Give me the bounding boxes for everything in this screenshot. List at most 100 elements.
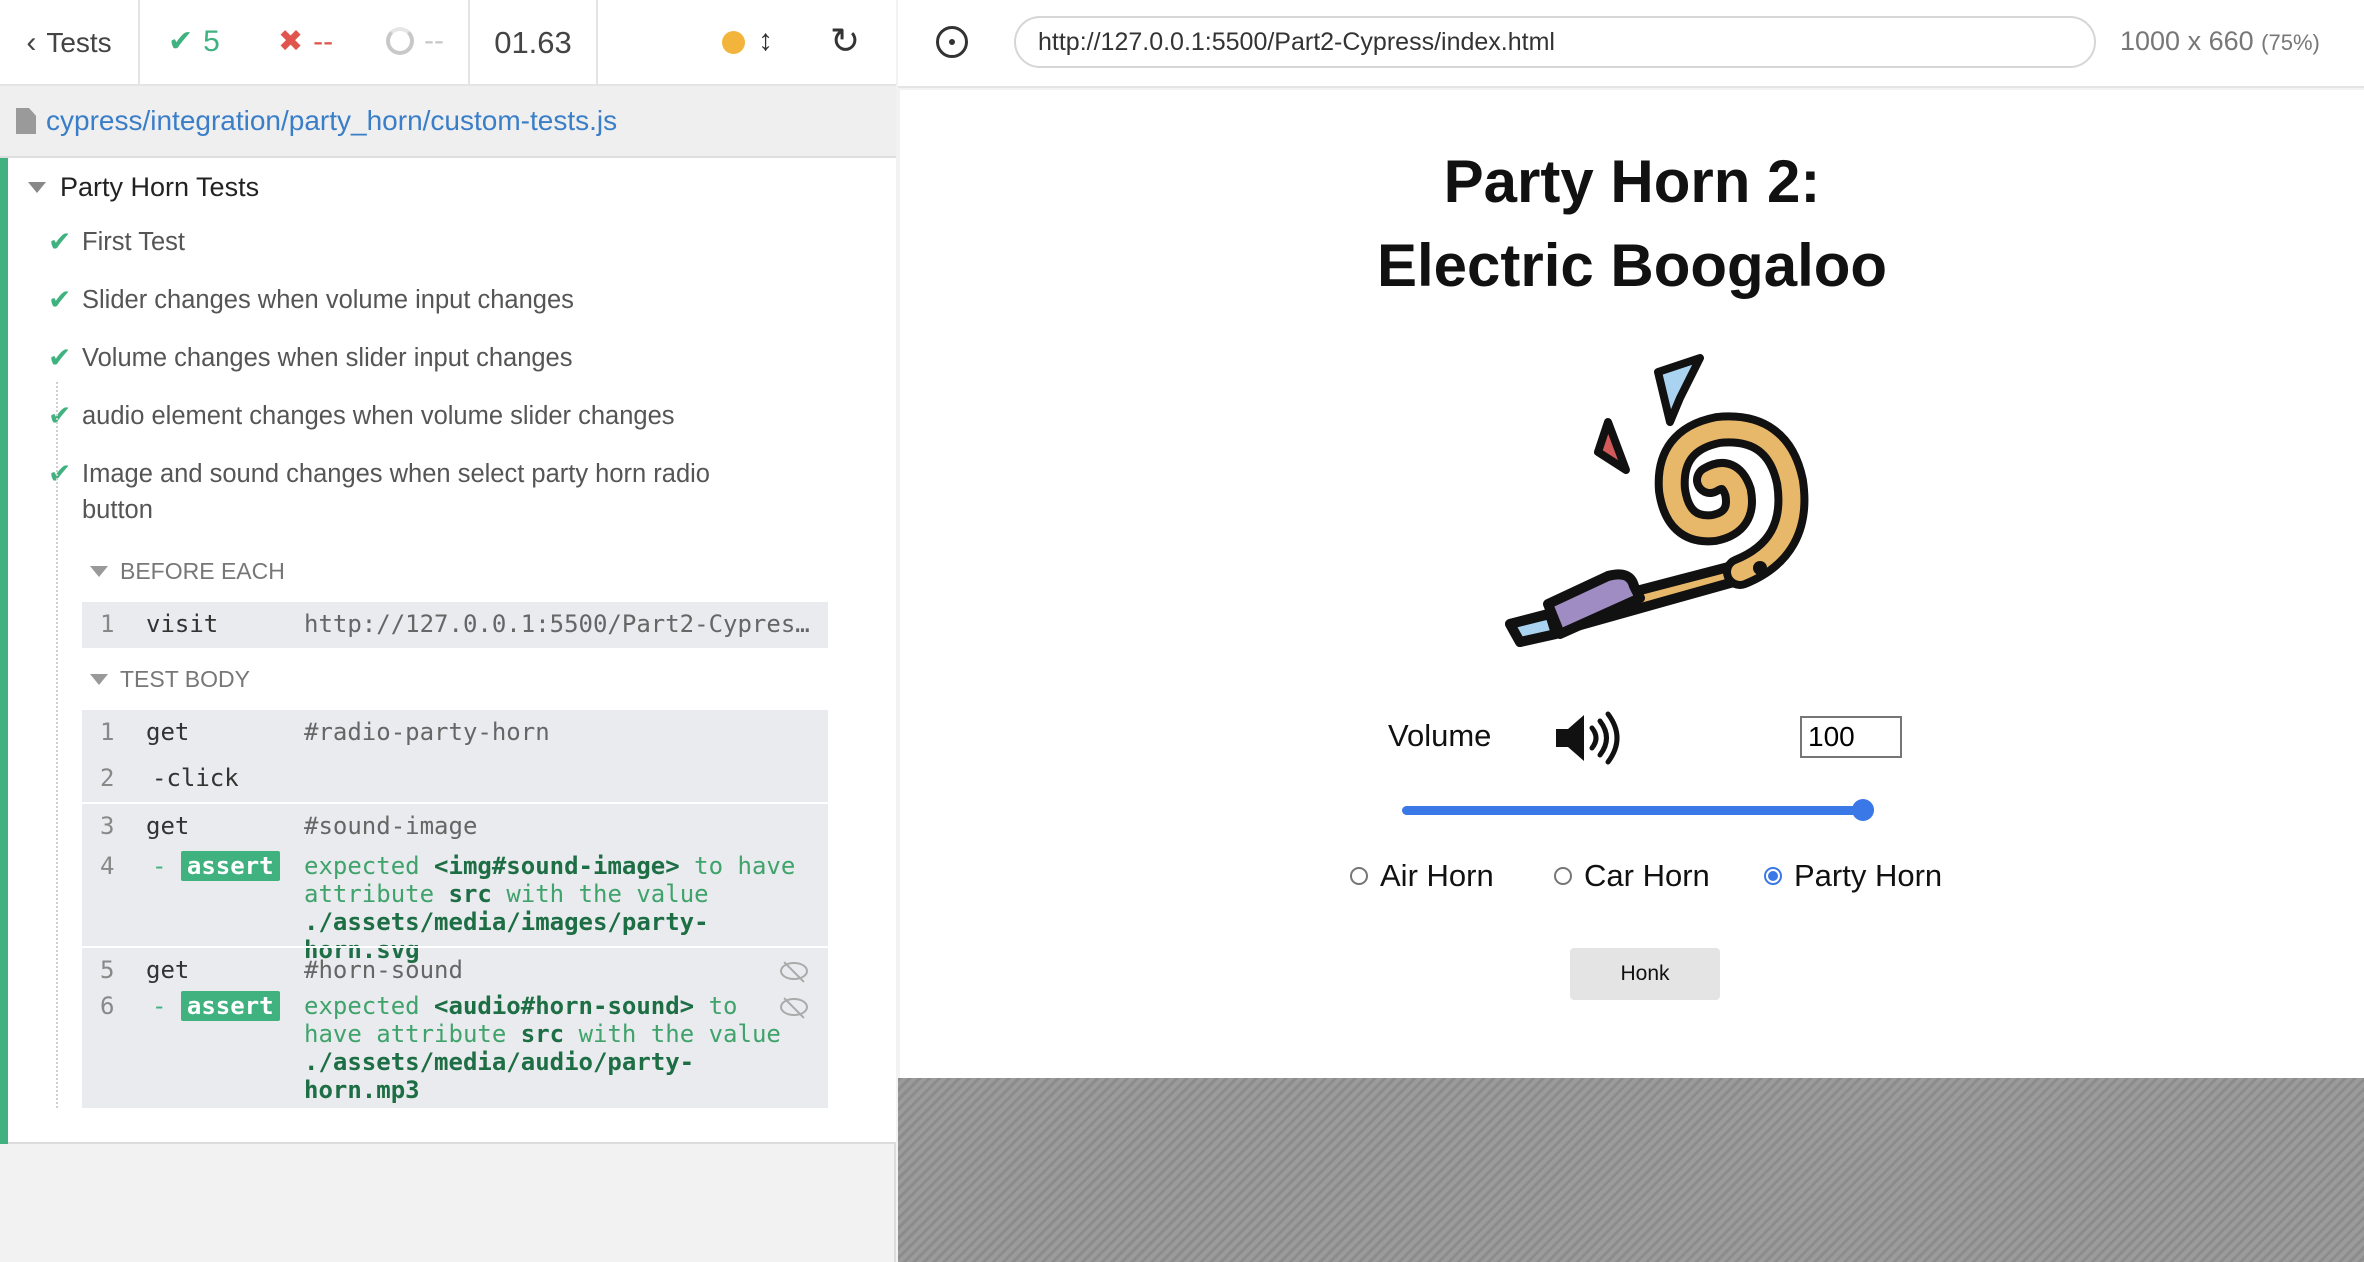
url-text: http://127.0.0.1:5500/Part2-Cypress/inde… xyxy=(1038,27,1555,56)
command-name: get xyxy=(146,812,190,840)
caret-down-icon xyxy=(90,674,108,685)
spec-path-link[interactable]: cypress/integration/party_horn/custom-te… xyxy=(46,105,617,137)
command-prefix: - xyxy=(152,992,167,1020)
honk-button[interactable]: Honk xyxy=(1570,948,1720,1000)
pending-count: -- xyxy=(424,24,444,57)
spec-file-bar: cypress/integration/party_horn/custom-te… xyxy=(0,86,896,158)
command-row[interactable]: 3 get #sound-image xyxy=(82,812,828,842)
aut-iframe: Party Horn 2: Electric Boogaloo Volume 1… xyxy=(900,90,2364,1078)
check-icon: ✔ xyxy=(48,284,72,315)
command-number: 6 xyxy=(100,992,115,1020)
radio-party-horn[interactable]: Party Horn xyxy=(1764,858,1942,894)
eye-slash-icon xyxy=(780,998,808,1016)
file-icon xyxy=(16,108,36,134)
updown-arrow-icon[interactable]: ↕ xyxy=(758,24,773,58)
chevron-left-icon: ‹ xyxy=(26,26,37,59)
check-icon: ✔ xyxy=(48,342,72,373)
command-name: visit xyxy=(146,610,219,638)
url-bar[interactable]: http://127.0.0.1:5500/Part2-Cypress/inde… xyxy=(1014,16,2096,68)
cypress-runner: ‹ Tests ✔ 5 ✖ -- -- 01.63 ↕ ↻ cypress/in… xyxy=(0,0,2364,1262)
volume-number-input[interactable] xyxy=(1800,716,1902,758)
assert-attr: src xyxy=(448,880,492,908)
assert-message: expected <audio#horn-sound> to have attr… xyxy=(304,992,804,1104)
command-row[interactable]: 2 -click xyxy=(82,764,828,794)
test-item[interactable]: ✔ Volume changes when slider input chang… xyxy=(48,340,768,376)
divider xyxy=(82,802,828,804)
volume-slider-thumb[interactable] xyxy=(1852,799,1874,821)
reporter-panel: ‹ Tests ✔ 5 ✖ -- -- 01.63 ↕ ↻ cypress/in… xyxy=(0,0,896,1262)
command-message: #sound-image xyxy=(304,812,478,840)
assert-command: - assert xyxy=(152,851,280,881)
crosshair-icon[interactable] xyxy=(936,26,968,58)
status-dot-icon xyxy=(722,31,745,54)
hook-title: TEST BODY xyxy=(120,666,250,692)
command-row[interactable]: 6 - assert expected <audio#horn-sound> t… xyxy=(82,991,828,1104)
reporter-header: ‹ Tests ✔ 5 ✖ -- -- 01.63 ↕ ↻ xyxy=(0,0,896,86)
duration: 01.63 xyxy=(470,0,598,86)
hook-test-body[interactable]: TEST BODY xyxy=(90,666,250,693)
pending-stat: -- xyxy=(386,24,444,58)
reload-icon[interactable]: ↻ xyxy=(830,20,860,62)
hook-title: BEFORE EACH xyxy=(120,558,285,584)
test-title: Slider changes when volume input changes xyxy=(82,286,574,314)
page-title-line2: Electric Boogaloo xyxy=(1376,232,1888,299)
assert-text: with the value xyxy=(506,880,709,908)
test-title: Volume changes when slider input changes xyxy=(82,344,573,372)
radio-label: Party Horn xyxy=(1794,858,1943,893)
command-message: #horn-sound xyxy=(304,956,463,984)
assert-subject: <audio#horn-sound> xyxy=(434,992,695,1020)
suite-title-label: Party Horn Tests xyxy=(60,172,260,202)
radio-button[interactable] xyxy=(1554,867,1572,885)
radio-label: Air Horn xyxy=(1380,858,1494,893)
command-number: 3 xyxy=(100,812,115,840)
command-row[interactable]: 4 - assert expected <img#sound-image> to… xyxy=(82,851,828,964)
viewport-info[interactable]: 1000 x 660 (75%) xyxy=(2120,26,2320,57)
command-row[interactable]: 1 visit http://127.0.0.1:5500/Part2-Cypr… xyxy=(82,610,828,640)
test-title: First Test xyxy=(82,228,185,256)
test-item[interactable]: ✔ Slider changes when volume input chang… xyxy=(48,282,768,318)
spinner-icon xyxy=(386,27,414,55)
command-name: -click xyxy=(152,764,239,792)
passed-count: 5 xyxy=(203,24,220,58)
divider xyxy=(82,946,828,948)
page-title-line1: Party Horn 2: xyxy=(1443,148,1821,215)
check-icon: ✔ xyxy=(168,25,194,58)
test-commands: BEFORE EACH 1 visit http://127.0.0.1:550… xyxy=(56,382,856,1108)
volume-slider[interactable] xyxy=(1402,806,1874,815)
tests-back-button[interactable]: ‹ Tests xyxy=(0,0,140,86)
failed-stat: ✖ -- xyxy=(278,24,333,59)
command-row[interactable]: 1 get #radio-party-horn xyxy=(82,718,828,748)
volume-label: Volume xyxy=(1388,718,1492,753)
tests-label: Tests xyxy=(46,27,112,58)
assert-text: expected xyxy=(304,852,420,880)
assert-value: ./assets/media/audio/party-horn.mp3 xyxy=(304,1048,695,1104)
command-name: get xyxy=(146,718,190,746)
assert-command: - assert xyxy=(152,991,280,1021)
party-horn-image xyxy=(1505,354,1809,647)
test-item[interactable]: ✔ First Test xyxy=(48,224,768,260)
radio-car-horn[interactable]: Car Horn xyxy=(1554,858,1710,894)
radio-button[interactable] xyxy=(1764,867,1782,885)
assert-text: expected xyxy=(304,992,420,1020)
eye-slash-icon xyxy=(780,962,808,980)
command-row[interactable]: 5 get #horn-sound xyxy=(82,956,828,986)
radio-air-horn[interactable]: Air Horn xyxy=(1350,858,1494,894)
aut-background xyxy=(898,1078,2364,1262)
test-body-commands: 1 get #radio-party-horn 2 -click 3 get #… xyxy=(82,710,828,1108)
assert-attr: src xyxy=(520,1020,565,1048)
radio-button[interactable] xyxy=(1350,867,1368,885)
caret-down-icon xyxy=(28,182,46,193)
command-number: 1 xyxy=(100,610,115,638)
stats: ✔ 5 ✖ -- -- xyxy=(140,0,470,86)
passed-stat: ✔ 5 xyxy=(168,24,220,59)
caret-down-icon xyxy=(90,566,108,577)
aut-header: http://127.0.0.1:5500/Part2-Cypress/inde… xyxy=(898,0,2364,88)
suite-status-bar xyxy=(0,158,8,1144)
failed-count: -- xyxy=(313,24,334,58)
suite-title[interactable]: Party Horn Tests xyxy=(28,172,259,203)
check-icon: ✔ xyxy=(48,226,72,257)
assert-text: with the value xyxy=(578,1020,781,1048)
hook-before-each[interactable]: BEFORE EACH xyxy=(90,558,285,585)
volume-high-icon xyxy=(1556,711,1620,765)
before-each-commands: 1 visit http://127.0.0.1:5500/Part2-Cypr… xyxy=(82,602,828,648)
